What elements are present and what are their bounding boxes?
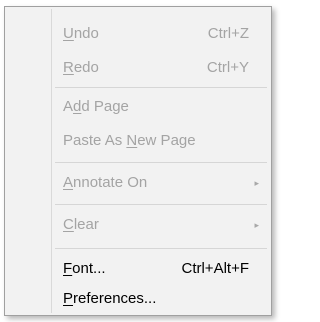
menu-item-font[interactable]: Font... Ctrl+Alt+F: [7, 254, 269, 284]
menu-separator: [55, 248, 267, 249]
submenu-arrow-icon: ▸: [254, 178, 259, 188]
menu-item-redo[interactable]: Redo Ctrl+Y: [7, 53, 269, 83]
menu-item-font-shortcut: Ctrl+Alt+F: [181, 260, 249, 277]
menu-item-paste-as-new-page[interactable]: Paste As New Page: [7, 126, 269, 156]
menu-separator: [55, 162, 267, 163]
context-menu: Undo Ctrl+Z Redo Ctrl+Y Add Page Paste A…: [4, 6, 272, 316]
menu-item-undo-label: Undo: [63, 25, 99, 42]
menu-item-add-page[interactable]: Add Page: [7, 92, 269, 122]
menu-item-preferences-label: Preferences...: [63, 290, 157, 307]
menu-item-font-label: Font...: [63, 260, 106, 277]
menu-item-paste-as-new-page-label: Paste As New Page: [63, 132, 196, 149]
menu-item-add-page-label: Add Page: [63, 98, 129, 115]
menu-separator: [55, 87, 267, 88]
menu-item-annotate-on[interactable]: Annotate On ▸: [7, 168, 269, 198]
menu-item-undo[interactable]: Undo Ctrl+Z: [7, 19, 269, 49]
menu-item-clear[interactable]: Clear ▸: [7, 210, 269, 240]
menu-item-redo-shortcut: Ctrl+Y: [206, 59, 249, 76]
menu-item-preferences[interactable]: Preferences...: [7, 284, 269, 314]
menu-item-undo-shortcut: Ctrl+Z: [207, 25, 249, 42]
submenu-arrow-icon: ▸: [254, 220, 259, 230]
menu-item-annotate-on-label: Annotate On: [63, 174, 148, 191]
menu-separator: [55, 204, 267, 205]
menu-item-clear-label: Clear: [63, 216, 99, 233]
menu-item-redo-label: Redo: [63, 59, 99, 76]
